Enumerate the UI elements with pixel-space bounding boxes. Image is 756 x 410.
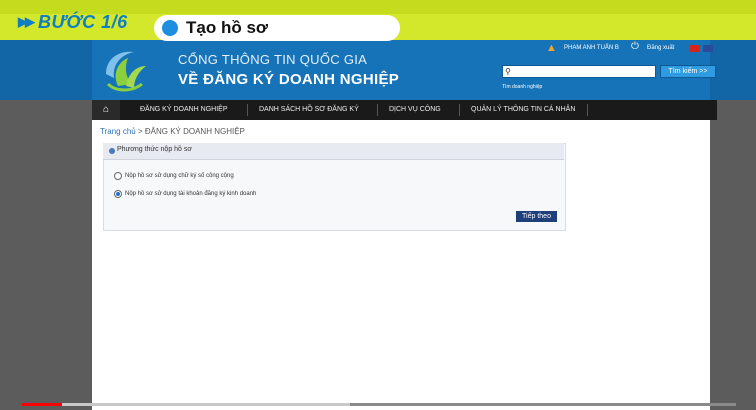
portal-logo-icon[interactable] xyxy=(98,44,150,96)
search-button[interactable]: Tìm kiếm >> xyxy=(660,65,716,78)
header-left-edge xyxy=(0,40,92,100)
fast-forward-icon: ▶▶ xyxy=(18,14,35,29)
breadcrumb-separator: > xyxy=(135,127,145,136)
logout-link[interactable]: Đăng xuất xyxy=(647,45,674,51)
nav-divider xyxy=(247,104,248,116)
header-right-edge xyxy=(710,40,756,100)
nav-divider xyxy=(587,104,588,116)
vietnamese-flag-icon[interactable] xyxy=(690,45,700,52)
video-progress-buffered xyxy=(22,403,350,406)
info-icon xyxy=(109,148,115,154)
nav-item-register-business[interactable]: ĐĂNG KÝ DOANH NGHIỆP xyxy=(140,100,228,120)
portal-title-line1: CỔNG THÔNG TIN QUỐC GIA xyxy=(178,52,368,67)
screen: CỔNG THÔNG TIN QUỐC GIA VỀ ĐĂNG KÝ DOANH… xyxy=(0,0,756,410)
next-button[interactable]: Tiếp theo xyxy=(516,211,557,222)
breadcrumb-home-link[interactable]: Trang chủ xyxy=(100,127,136,136)
nav-item-public-services[interactable]: DỊCH VỤ CÔNG xyxy=(389,100,441,120)
home-icon[interactable]: ⌂ xyxy=(92,100,120,120)
step-label: BƯỚC 1/6 xyxy=(38,12,128,32)
search-input[interactable]: ⚲ xyxy=(502,65,656,78)
nav-divider xyxy=(377,104,378,116)
radio-digital-signature[interactable] xyxy=(114,172,122,180)
search-scope-label: Tìm doanh nghiệp xyxy=(502,84,543,90)
panel-title: Phương thức nộp hồ sơ xyxy=(117,146,192,153)
user-icon: ▲ xyxy=(546,42,557,54)
option-label-business-account[interactable]: Nộp hồ sơ sử dụng tài khoản đăng ký kinh… xyxy=(125,191,256,197)
radio-business-account[interactable] xyxy=(114,190,122,198)
nav-item-personal-info[interactable]: QUẢN LÝ THÔNG TIN CÁ NHÂN xyxy=(471,100,575,120)
circle-icon xyxy=(162,20,178,36)
step-title-pill: Tạo hồ sơ xyxy=(154,15,400,41)
step-indicator: ▶▶ BƯỚC 1/6 xyxy=(18,10,128,34)
search-icon: ⚲ xyxy=(505,67,511,76)
video-progress-played[interactable] xyxy=(22,403,62,406)
option-label-digital-signature[interactable]: Nộp hồ sơ sử dụng chữ ký số công cộng xyxy=(125,173,234,179)
nav-divider xyxy=(459,104,460,116)
english-flag-icon[interactable] xyxy=(703,45,713,52)
portal-title-line2: VỀ ĐĂNG KÝ DOANH NGHIỆP xyxy=(178,71,400,88)
nav-item-application-list[interactable]: DANH SÁCH HỒ SƠ ĐĂNG KÝ xyxy=(259,100,359,120)
power-icon[interactable]: ⏻ xyxy=(631,41,639,52)
user-name[interactable]: PHAM ANH TUẤN B xyxy=(564,45,619,51)
step-title: Tạo hồ sơ xyxy=(186,18,268,37)
breadcrumb: Trang chủ > ĐĂNG KÝ DOANH NGHIỆP xyxy=(100,127,245,136)
breadcrumb-current: ĐĂNG KÝ DOANH NGHIỆP xyxy=(144,127,245,136)
